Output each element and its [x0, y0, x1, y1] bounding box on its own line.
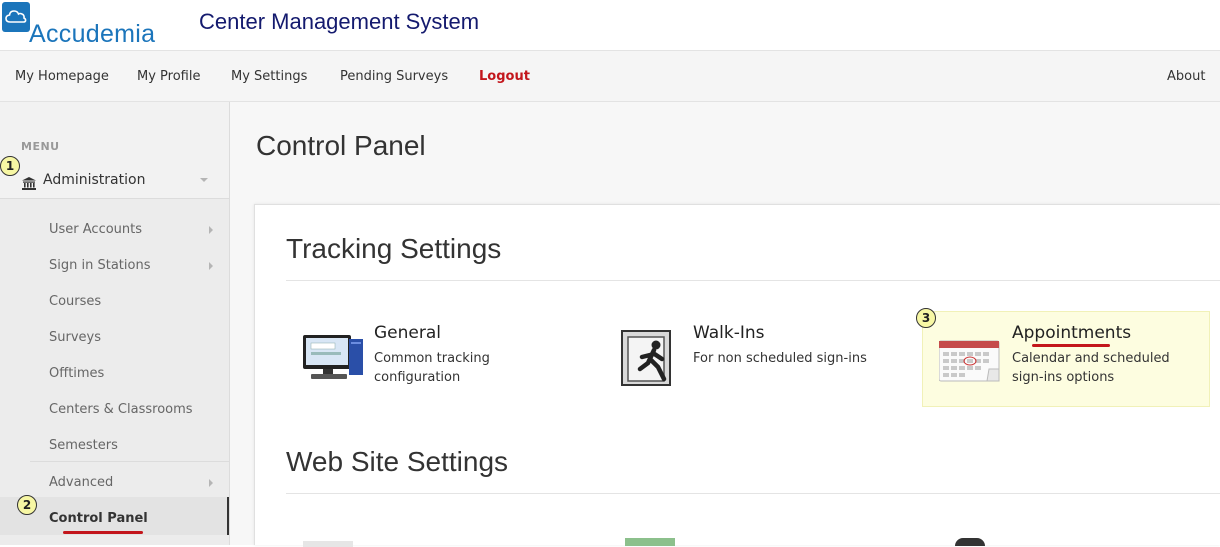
- sidebar-item-user-accounts[interactable]: User Accounts: [49, 222, 142, 237]
- chevron-right-icon: [209, 262, 213, 270]
- sidebar-item-advanced[interactable]: Advanced: [49, 475, 113, 490]
- logo-text: Accudemia: [29, 20, 156, 48]
- sidebar: MENU Administration User Accounts Sign i…: [0, 102, 230, 545]
- web-site-settings-title: Web Site Settings: [286, 446, 509, 477]
- section-divider: [286, 280, 1220, 281]
- sidebar-item-offtimes[interactable]: Offtimes: [49, 366, 104, 381]
- callout-3: 3: [916, 308, 936, 328]
- walk-ins-desc: For non scheduled sign-ins: [693, 351, 867, 366]
- computer-icon: [303, 333, 365, 389]
- setting-appointments[interactable]: Appointments Calendar and scheduled sign…: [938, 323, 1209, 393]
- sidebar-item-surveys[interactable]: Surveys: [49, 330, 101, 345]
- nav-my-settings[interactable]: My Settings: [231, 69, 307, 84]
- website-setting-icon-1[interactable]: [303, 541, 353, 547]
- nav-my-homepage[interactable]: My Homepage: [15, 69, 109, 84]
- main-content: Control Panel Tracking Settings General: [230, 102, 1220, 547]
- door-walkin-icon: [620, 329, 680, 393]
- sidebar-item-semesters[interactable]: Semesters: [49, 438, 118, 453]
- general-desc-line1: Common tracking: [374, 351, 490, 366]
- red-underline-mark: [63, 531, 143, 534]
- section-divider: [286, 493, 1220, 494]
- admin-submenu: User Accounts Sign in Stations Courses S…: [0, 198, 229, 545]
- nav-about[interactable]: About: [1167, 69, 1205, 84]
- administration-label: Administration: [43, 172, 146, 188]
- caret-down-icon: [200, 178, 208, 182]
- accudemia-logo[interactable]: Accudemia: [0, 0, 190, 50]
- sidebar-item-courses[interactable]: Courses: [49, 294, 101, 309]
- general-title: General: [374, 323, 441, 343]
- sidebar-item-control-panel[interactable]: Control Panel: [49, 511, 148, 526]
- page-title: Control Panel: [256, 130, 426, 161]
- callout-2: 2: [17, 495, 37, 515]
- general-desc-line2: configuration: [374, 370, 461, 385]
- menu-label: MENU: [21, 140, 60, 153]
- callout-1: 1: [0, 156, 20, 176]
- red-underline-mark: [1032, 344, 1110, 347]
- app-header: Accudemia Center Management System: [0, 0, 1220, 50]
- nav-pending-surveys[interactable]: Pending Surveys: [340, 69, 448, 84]
- app-title: Center Management System: [199, 9, 480, 34]
- nav-logout[interactable]: Logout: [479, 69, 530, 84]
- chevron-right-icon: [209, 479, 213, 487]
- top-navbar: My Homepage My Profile My Settings Pendi…: [0, 50, 1220, 102]
- submenu-divider: [30, 461, 229, 462]
- cloud-icon: [2, 2, 30, 32]
- nav-my-profile[interactable]: My Profile: [137, 69, 200, 84]
- calendar-icon: [938, 339, 1001, 387]
- walk-ins-title: Walk-Ins: [693, 323, 765, 343]
- sidebar-item-centers-classrooms[interactable]: Centers & Classrooms: [49, 402, 193, 417]
- appointments-title: Appointments: [1012, 323, 1132, 343]
- setting-general[interactable]: General Common tracking configuration: [303, 323, 573, 393]
- bank-icon: [22, 175, 36, 194]
- tracking-settings-title: Tracking Settings: [286, 233, 502, 264]
- appointments-desc-line1: Calendar and scheduled: [1012, 351, 1170, 366]
- settings-panel: Tracking Settings General Common trackin…: [254, 204, 1220, 547]
- sidebar-item-sign-in-stations[interactable]: Sign in Stations: [49, 258, 150, 273]
- appointments-desc-line2: sign-ins options: [1012, 370, 1115, 385]
- chevron-right-icon: [209, 226, 213, 234]
- setting-walk-ins[interactable]: Walk-Ins For non scheduled sign-ins: [620, 323, 890, 393]
- sidebar-item-administration[interactable]: Administration: [0, 164, 229, 198]
